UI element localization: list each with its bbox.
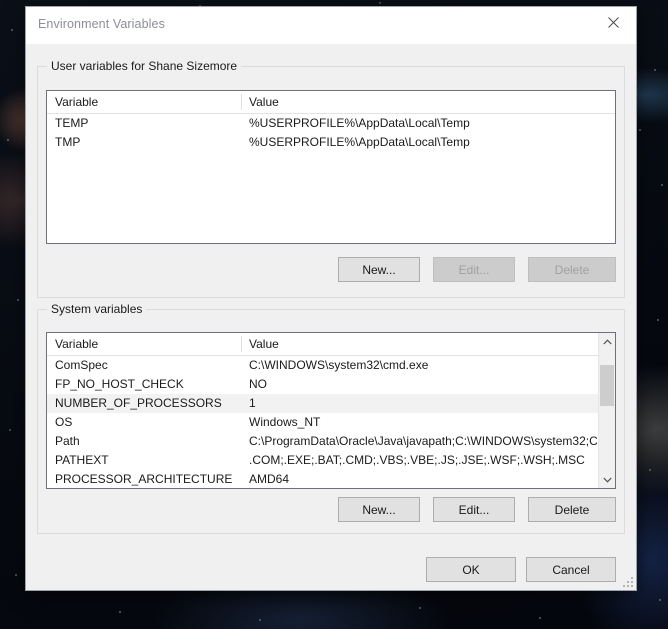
system-variables-legend: System variables — [47, 302, 147, 316]
variable-name-cell: Path — [55, 434, 80, 448]
system-list-scrollbar[interactable] — [598, 333, 615, 488]
system-variable-row[interactable]: NUMBER_OF_PROCESSORS 1 — [47, 394, 615, 413]
user-variable-row[interactable]: TMP %USERPROFILE%\AppData\Local\Temp — [47, 133, 615, 152]
user-variables-list[interactable]: Variable Value TEMP %USERPROFILE%\AppData… — [46, 90, 616, 244]
system-column-divider-1[interactable] — [241, 336, 242, 352]
window-title: Environment Variables — [38, 17, 165, 31]
user-list-header[interactable]: Variable Value — [47, 91, 615, 114]
system-variable-row[interactable]: FP_NO_HOST_CHECK NO — [47, 375, 615, 394]
ok-button[interactable]: OK — [426, 557, 516, 582]
variable-name-cell: NUMBER_OF_PROCESSORS — [55, 396, 222, 410]
variable-name-cell: OS — [55, 415, 73, 429]
user-delete-button: Delete — [528, 257, 616, 282]
system-variable-row[interactable]: Path C:\ProgramData\Oracle\Java\javapath;… — [47, 432, 615, 451]
system-new-button[interactable]: New... — [338, 497, 420, 522]
user-column-divider-1[interactable] — [241, 94, 242, 110]
chevron-up-icon[interactable] — [599, 333, 615, 350]
system-variable-row[interactable]: PROCESSOR_ARCHITECTURE AMD64 — [47, 470, 615, 488]
variable-value-cell: NO — [249, 377, 267, 391]
variable-value-cell: AMD64 — [249, 472, 290, 486]
variable-name-cell: PROCESSOR_ARCHITECTURE — [55, 472, 233, 486]
variable-value-cell: Windows_NT — [249, 415, 321, 429]
user-list-body: TEMP %USERPROFILE%\AppData\Local\Temp TMP%… — [47, 114, 615, 152]
variable-value-cell: C:\ProgramData\Oracle\Java\javapath;C:\W… — [249, 434, 597, 448]
title-bar[interactable]: Environment Variables — [26, 7, 636, 44]
user-variable-row[interactable]: TEMP %USERPROFILE%\AppData\Local\Temp — [47, 114, 615, 133]
dialog-client-area: User variables for Shane Sizemore Variab… — [26, 44, 636, 590]
variable-value-cell: C:\WINDOWS\system32\cmd.exe — [249, 358, 429, 372]
user-column-header-value[interactable]: Value — [249, 95, 279, 109]
close-icon[interactable] — [590, 7, 636, 37]
variable-value-cell: %USERPROFILE%\AppData\Local\Temp — [249, 135, 470, 149]
variable-value-cell: 1 — [249, 396, 256, 410]
system-column-header-variable[interactable]: Variable — [55, 337, 98, 351]
environment-variables-dialog: Environment Variables User variables for… — [25, 6, 637, 591]
scrollbar-thumb[interactable] — [600, 365, 614, 406]
variable-name-cell: TEMP — [55, 116, 89, 130]
system-variable-row[interactable]: ComSpec C:\WINDOWS\system32\cmd.exe — [47, 356, 615, 375]
user-new-button[interactable]: New... — [338, 257, 420, 282]
variable-name-cell: ComSpec — [55, 358, 108, 372]
system-column-header-value[interactable]: Value — [249, 337, 279, 351]
system-delete-button[interactable]: Delete — [528, 497, 616, 522]
variable-name-cell: TMP — [55, 135, 81, 149]
user-column-header-variable[interactable]: Variable — [55, 95, 98, 109]
user-edit-button: Edit... — [433, 257, 515, 282]
resize-grip-icon[interactable] — [621, 575, 633, 587]
system-list-body: ComSpec C:\WINDOWS\system32\cmd.exe FP_NO_… — [47, 356, 615, 488]
user-variables-legend: User variables for Shane Sizemore — [47, 59, 242, 73]
variable-name-cell: FP_NO_HOST_CHECK — [55, 377, 184, 391]
variable-value-cell: .COM;.EXE;.BAT;.CMD;.VBS;.VBE;.JS;.JSE;.… — [249, 453, 585, 467]
variable-name-cell: PATHEXT — [55, 453, 109, 467]
system-variable-row[interactable]: PATHEXT .COM;.EXE;.BAT;.CMD;.VBS;.VBE;.JS… — [47, 451, 615, 470]
variable-value-cell: %USERPROFILE%\AppData\Local\Temp — [249, 116, 470, 130]
system-variable-row[interactable]: OS Windows_NT — [47, 413, 615, 432]
system-list-header[interactable]: Variable Value — [47, 333, 615, 356]
chevron-down-icon[interactable] — [599, 471, 615, 488]
system-edit-button[interactable]: Edit... — [433, 497, 515, 522]
system-variables-list[interactable]: Variable Value ComSpec C:\WINDOWS\system3… — [46, 332, 616, 489]
cancel-button[interactable]: Cancel — [526, 557, 616, 582]
